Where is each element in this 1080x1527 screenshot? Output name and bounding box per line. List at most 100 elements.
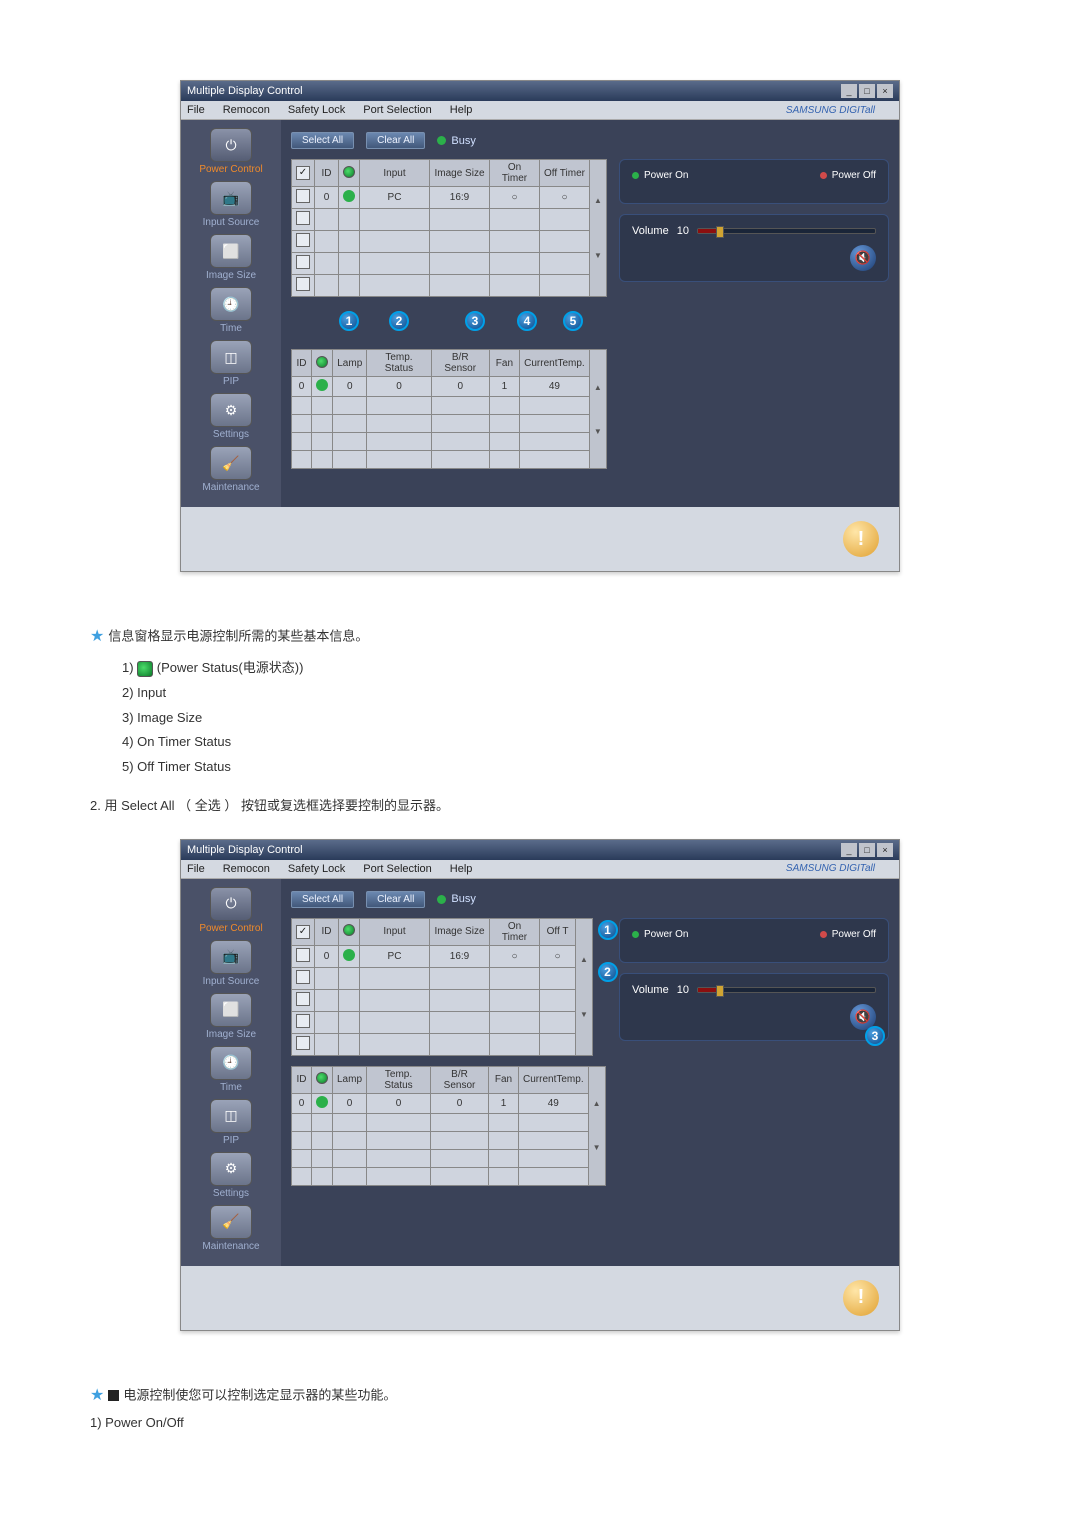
scrollbar[interactable]: ▲▼ — [576, 918, 593, 1055]
sidebar-item-power-control[interactable]: ⏻ Power Control — [181, 128, 281, 175]
image-size-icon: ⬜ — [210, 993, 252, 1027]
row-checkbox[interactable] — [296, 189, 310, 203]
table-row[interactable]: 0 PC 16:9 ○ ○ — [292, 945, 593, 967]
menu-port-selection[interactable]: Port Selection — [363, 863, 431, 875]
window-title: Multiple Display Control — [187, 85, 303, 97]
row-checkbox[interactable] — [296, 948, 310, 962]
menu-bar: File Remocon Safety Lock Port Selection … — [181, 860, 899, 879]
scrollbar[interactable]: ▲▼ — [590, 160, 607, 297]
content-area: ⏻ Power Control 📺 Input Source ⬜ Image S… — [181, 120, 899, 507]
info-icon[interactable]: ! — [843, 521, 879, 557]
input-icon: 📺 — [210, 940, 252, 974]
doc-item-4: 4) On Timer Status — [122, 730, 990, 755]
close-btn[interactable]: × — [877, 84, 893, 98]
power-on-button[interactable]: Power On — [632, 170, 688, 181]
doc-text-2: ★电源控制使您可以控制选定显示器的某些功能。 1) Power On/Off — [90, 1381, 990, 1436]
doc-line-4: 1) Power On/Off — [90, 1411, 990, 1436]
menu-file[interactable]: File — [187, 104, 205, 116]
tables-area: ID Input Image Size On Timer Off Timer ▲… — [291, 159, 607, 469]
menu-remocon[interactable]: Remocon — [223, 863, 270, 875]
time-icon: 🕘 — [210, 287, 252, 321]
select-all-button[interactable]: Select All — [291, 132, 354, 149]
col-power-status — [339, 160, 360, 187]
minimize-btn[interactable]: _ — [841, 84, 857, 98]
maximize-btn[interactable]: □ — [859, 843, 875, 857]
header-checkbox[interactable] — [296, 166, 310, 180]
doc-text-1: ★信息窗格显示电源控制所需的某些基本信息。 1) (Power Status(电… — [90, 622, 990, 819]
header-checkbox[interactable] — [296, 925, 310, 939]
power-on-button[interactable]: Power On — [632, 929, 688, 940]
busy-dot-icon — [437, 136, 446, 145]
scrollbar[interactable]: ▲▼ — [589, 350, 606, 469]
menu-port-selection[interactable]: Port Selection — [363, 104, 431, 116]
sidebar-item-maintenance[interactable]: 🧹 Maintenance — [181, 1205, 281, 1252]
info-table-1: ID Input Image Size On Timer Off T ▲▼ 0 — [291, 918, 593, 1056]
sidebar-item-time[interactable]: 🕘 Time — [181, 287, 281, 334]
table-row[interactable]: 0 0 0 0 1 49 — [292, 377, 607, 397]
menu-safety-lock[interactable]: Safety Lock — [288, 863, 345, 875]
table-row[interactable]: 0 PC 16:9 ○ ○ — [292, 187, 607, 209]
star-icon: ★ — [90, 1387, 104, 1404]
input-icon: 📺 — [210, 181, 252, 215]
menu-remocon[interactable]: Remocon — [223, 104, 270, 116]
col-on-timer: On Timer — [490, 160, 540, 187]
menu-safety-lock[interactable]: Safety Lock — [288, 104, 345, 116]
callout-2: 2 — [598, 962, 618, 982]
title-bar: Multiple Display Control _ □ × — [181, 81, 899, 101]
col-lamp: Lamp — [333, 1066, 367, 1093]
sidebar-item-settings[interactable]: ⚙ Settings — [181, 393, 281, 440]
volume-slider[interactable] — [697, 987, 876, 993]
info-table-2: ID Lamp Temp. Status B/R Sensor Fan Curr… — [291, 349, 607, 469]
clear-all-button[interactable]: Clear All — [366, 891, 425, 908]
sidebar-item-settings[interactable]: ⚙ Settings — [181, 1152, 281, 1199]
col-id2: ID — [292, 1066, 312, 1093]
volume-slider[interactable] — [697, 228, 876, 234]
power-off-button[interactable]: Power Off — [820, 929, 876, 940]
doc-item-3: 3) Image Size — [122, 706, 990, 731]
sidebar-item-image-size[interactable]: ⬜ Image Size — [181, 234, 281, 281]
col-power2 — [312, 350, 333, 377]
menu-help[interactable]: Help — [450, 104, 473, 116]
footer-bar: ! — [181, 507, 899, 571]
settings-icon: ⚙ — [210, 393, 252, 427]
sidebar-item-time[interactable]: 🕘 Time — [181, 1046, 281, 1093]
brand-logo: SAMSUNG DIGITall — [786, 863, 875, 874]
sidebar-item-pip[interactable]: ◫ PIP — [181, 340, 281, 387]
clear-all-button[interactable]: Clear All — [366, 132, 425, 149]
scrollbar[interactable]: ▲▼ — [588, 1066, 605, 1185]
power-off-button[interactable]: Power Off — [820, 170, 876, 181]
on-timer-cell: ○ — [490, 945, 540, 967]
col-image-size: Image Size — [430, 160, 490, 187]
sidebar-item-maintenance[interactable]: 🧹 Maintenance — [181, 446, 281, 493]
col-fan: Fan — [489, 350, 519, 377]
col-power-status — [339, 918, 360, 945]
sidebar-item-input-source[interactable]: 📺 Input Source — [181, 181, 281, 228]
busy-indicator: Busy — [437, 893, 475, 905]
content-area: ⏻ Power Control 📺 Input Source ⬜ Image S… — [181, 879, 899, 1266]
mute-button[interactable]: 🔇 — [850, 245, 876, 271]
menu-help[interactable]: Help — [450, 863, 473, 875]
col-temp-status: Temp. Status — [367, 350, 431, 377]
col-input: Input — [360, 160, 430, 187]
maximize-btn[interactable]: □ — [859, 84, 875, 98]
close-btn[interactable]: × — [877, 843, 893, 857]
menu-file[interactable]: File — [187, 863, 205, 875]
footer-bar: ! — [181, 1266, 899, 1330]
sidebar-item-power-control[interactable]: ⏻ Power Control — [181, 887, 281, 934]
power-icon: ⏻ — [210, 887, 252, 921]
sidebar-item-pip[interactable]: ◫ PIP — [181, 1099, 281, 1146]
info-icon[interactable]: ! — [843, 1280, 879, 1316]
doc-item-5: 5) Off Timer Status — [122, 755, 990, 780]
sidebar-item-input-source[interactable]: 📺 Input Source — [181, 940, 281, 987]
volume-value: 10 — [677, 984, 689, 996]
sidebar-item-image-size[interactable]: ⬜ Image Size — [181, 993, 281, 1040]
col-input: Input — [360, 918, 430, 945]
col-temp-status: Temp. Status — [367, 1066, 431, 1093]
select-all-button[interactable]: Select All — [291, 891, 354, 908]
tables-area: ID Input Image Size On Timer Off T ▲▼ 0 — [291, 918, 606, 1186]
minimize-btn[interactable]: _ — [841, 843, 857, 857]
table-row[interactable]: 0 0 0 0 1 49 — [292, 1093, 606, 1113]
off-timer-cell: ○ — [540, 945, 576, 967]
volume-label: Volume — [632, 225, 669, 237]
maintenance-icon: 🧹 — [210, 1205, 252, 1239]
